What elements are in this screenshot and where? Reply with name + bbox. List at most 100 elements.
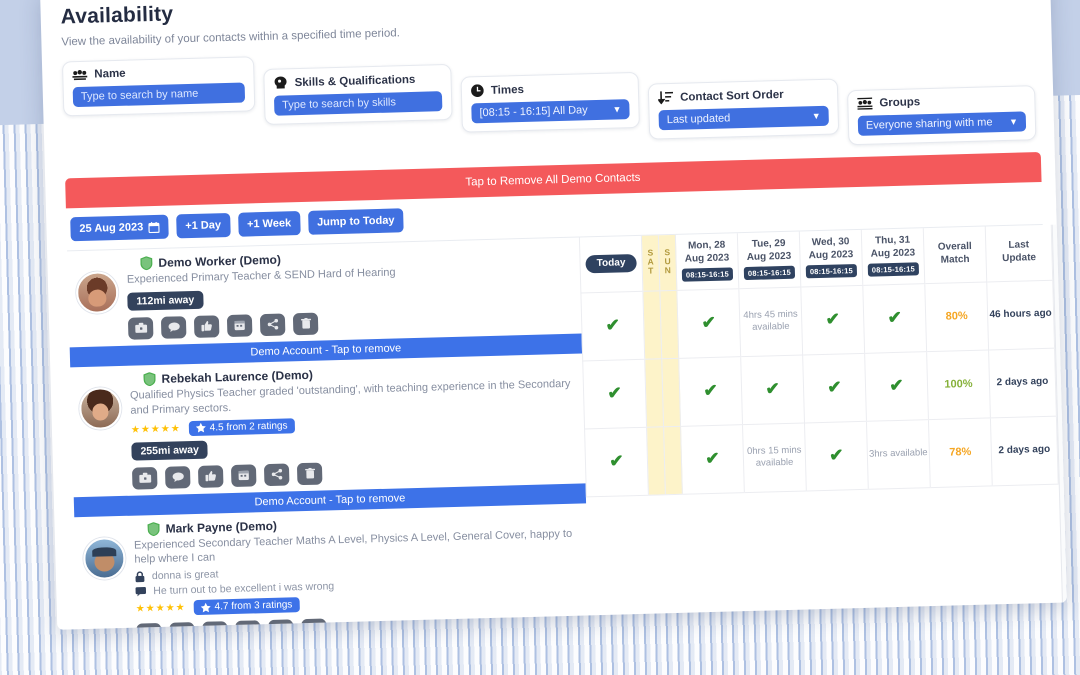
tue29-date: Tue, 29 Aug 2023 [746,237,792,263]
contact-name: Demo Worker (Demo) [158,252,282,270]
mon28-date: Mon, 28 Aug 2023 [684,239,730,265]
share-icon[interactable] [259,313,286,337]
check-icon: ✔ [703,380,718,401]
cell-sun[interactable] [663,425,683,495]
cell-mon28[interactable]: ✔ [678,356,743,426]
check-icon: ✔ [765,378,780,399]
contact-row[interactable]: Mark Payne (Demo) Experienced Secondary … [74,503,590,630]
thumbs-up-icon[interactable] [193,315,220,338]
chat-icon[interactable] [160,316,187,339]
column-header-thu31[interactable]: Thu, 31 Aug 2023 08:15-16:15 [861,228,925,285]
column-header-sat: SAT [641,235,660,291]
contact-name: Mark Payne (Demo) [165,518,278,536]
star-rating-icon: ★★★★★ [135,602,186,615]
sort-order-select[interactable]: Last updated ▼ [658,105,829,131]
check-icon: ✔ [605,315,621,335]
cell-tue29[interactable]: 4hrs 45 mins available [738,286,803,357]
cell-today[interactable]: ✔ [580,290,645,361]
match-value: 78% [949,445,972,459]
cell-sun[interactable] [659,289,679,359]
contact-row[interactable]: Demo Worker (Demo) Experienced Primary T… [67,238,581,348]
match-value: 100% [944,377,973,391]
plus-one-week-button[interactable]: +1 Week [237,211,301,237]
contact-row[interactable]: Rebekah Laurence (Demo) Qualified Physic… [70,353,585,496]
filter-times[interactable]: Times [08:15 - 16:15] All Day ▼ [460,71,640,133]
cell-wed30[interactable]: ✔ [800,284,865,355]
search-skills-input[interactable]: Type to search by skills [273,91,443,116]
shield-icon [140,256,153,271]
rating-text: 4.5 from 2 ratings [209,419,288,434]
briefcase-icon[interactable] [131,466,158,490]
calendar-icon [148,221,160,233]
wed30-time-pill: 08:15-16:15 [805,264,858,279]
cell-sat[interactable] [642,290,662,359]
table-row: ✔ ✔ ✔ ✔ ✔ 100% 2 days ago [582,347,1067,429]
cell-sat[interactable] [646,426,666,495]
filter-name[interactable]: Name Type to search by name [61,56,256,117]
calendar-icon[interactable] [230,463,257,487]
contact-note-text: He turn out to be excellent i was wrong [153,580,335,598]
trash-icon[interactable] [292,312,319,336]
column-header-last-update[interactable]: Last Update [985,224,1053,282]
column-header-tue29[interactable]: Tue, 29 Aug 2023 08:15-16:15 [737,231,801,289]
briefcase-icon[interactable] [127,316,154,340]
check-icon: ✔ [828,445,844,465]
trash-icon[interactable] [296,462,323,485]
cell-mon28[interactable]: ✔ [680,424,745,494]
lock-icon [135,571,145,582]
cell-tue29[interactable]: ✔ [740,354,805,425]
filter-name-label: Name [94,67,126,81]
thumbs-up-icon[interactable] [197,464,224,488]
sort-descending-icon [657,91,674,105]
date-picker-button[interactable]: 25 Aug 2023 [70,214,169,242]
cell-wed30[interactable]: ✔ [802,352,867,423]
search-name-input[interactable]: Type to search by name [72,82,246,108]
filter-groups[interactable]: Groups Everyone sharing with me ▼ [847,85,1037,146]
filter-times-header: Times [471,80,629,98]
cell-today[interactable]: ✔ [584,426,649,497]
times-select[interactable]: [08:15 - 16:15] All Day ▼ [471,99,630,124]
table-row: ✔ ✔ 4hrs 45 mins available ✔ ✔ 80% 46 ho… [580,279,1067,361]
cell-mon28[interactable]: ✔ [676,288,741,358]
contact-actions [127,306,573,340]
cell-sun[interactable] [661,357,681,427]
jump-to-today-button[interactable]: Jump to Today [307,208,404,235]
search-name-value: Type to search by name [80,87,199,103]
match-value: 80% [945,309,968,323]
plus-one-day-button[interactable]: +1 Day [175,212,231,239]
sat-label: SAT [647,247,654,276]
groups-select[interactable]: Everyone sharing with me ▼ [857,111,1027,136]
avatar [75,271,119,315]
brain-icon [274,76,287,89]
tue29-time-pill: 08:15-16:15 [743,265,796,281]
availability-grid: Demo Worker (Demo) Experienced Primary T… [67,223,1067,630]
cell-thu31[interactable]: ✔ [864,351,929,421]
cell-sat[interactable] [644,358,664,427]
availability-table-column: Today SAT SUN Mon, 28 Aug 2023 08:15-16:1… [579,224,1067,630]
filter-sort-header: Contact Sort Order [657,87,828,105]
cell-overall-match: 80% [924,281,989,352]
calendar-icon[interactable] [226,314,253,337]
cell-last-update: 2 days ago [988,347,1057,418]
shield-icon [143,372,156,387]
cell-wed30[interactable]: ✔ [804,420,869,491]
clock-icon [471,84,484,98]
check-icon: ✔ [705,448,720,469]
column-header-wed30[interactable]: Wed, 30 Aug 2023 08:15-16:15 [799,229,863,287]
cell-tue29[interactable]: 0hrs 15 mins available [742,422,807,493]
mon28-time-pill: 08:15-16:15 [681,267,734,283]
check-icon: ✔ [607,383,622,403]
today-pill: Today [585,253,637,274]
chat-icon[interactable] [164,465,191,489]
check-icon: ✔ [609,451,624,471]
filter-sort-order[interactable]: Contact Sort Order Last updated ▼ [647,78,840,140]
column-header-overall-match[interactable]: Overall Match [923,226,987,284]
cell-thu31[interactable]: ✔ [862,283,927,353]
column-header-today[interactable]: Today [579,235,643,293]
groups-value: Everyone sharing with me [865,116,993,132]
filter-skills[interactable]: Skills & Qualifications Type to search b… [263,63,453,125]
cell-thu31[interactable]: 3hrs available [866,419,931,489]
share-icon[interactable] [263,462,290,486]
column-header-mon28[interactable]: Mon, 28 Aug 2023 08:15-16:15 [675,233,739,290]
cell-today[interactable]: ✔ [582,358,647,429]
